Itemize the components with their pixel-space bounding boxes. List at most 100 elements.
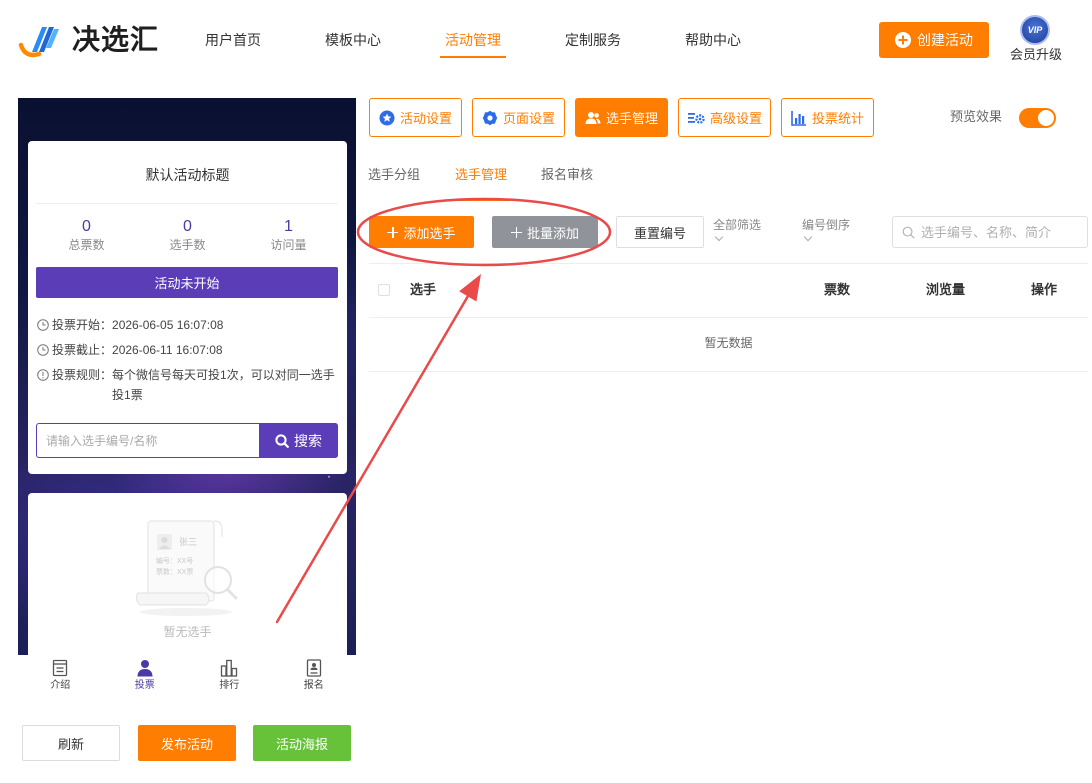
stat-label: 总票数 xyxy=(68,238,105,252)
no-contestants-text: 暂无选手 xyxy=(163,625,212,639)
card-divider xyxy=(36,203,338,204)
stat-value: 0 xyxy=(82,218,91,235)
search-icon xyxy=(902,226,915,238)
vote-end-row: 投票截止： 2026-06-11 16:07:08 xyxy=(37,340,342,360)
stat-value: 0 xyxy=(183,218,192,235)
stat-value: 1 xyxy=(284,218,293,235)
filter-dropdown-label: 全部筛选 xyxy=(713,218,762,232)
tab-ranking[interactable]: 排行 xyxy=(187,655,272,703)
column-header-votes: 票数 xyxy=(824,282,851,297)
star-icon xyxy=(379,110,395,125)
create-activity-button[interactable]: 创建活动 xyxy=(879,22,989,58)
column-header-contestant: 选手 xyxy=(410,282,437,297)
activity-status-button[interactable]: 活动未开始 xyxy=(36,267,338,298)
member-upgrade[interactable]: VIP 会员升级 xyxy=(1008,14,1064,64)
tab-intro[interactable]: 介绍 xyxy=(18,655,103,703)
users-icon xyxy=(585,111,601,124)
sample-contestant-votes: 票数：XX票 xyxy=(156,569,194,576)
contestant-search-input[interactable] xyxy=(921,224,1081,240)
table-empty-text: 暂无数据 xyxy=(704,336,753,350)
sort-dropdown[interactable]: 编号倒序 xyxy=(802,217,851,242)
stat-label: 选手数 xyxy=(169,238,206,252)
bar-chart-icon xyxy=(221,659,238,677)
search-icon xyxy=(275,433,289,448)
vote-rule-row: 投票规则： 每个微信号每天可投1次，可以对同一选手投1票 xyxy=(37,365,342,405)
signup-form-icon xyxy=(306,659,321,677)
batch-add-label: 批量添加 xyxy=(526,225,579,241)
subtab-contestant-management[interactable]: 选手管理 xyxy=(455,167,507,183)
activity-title: 默认活动标题 xyxy=(145,167,230,183)
reset-numbers-button[interactable]: 重置编号 xyxy=(616,216,704,248)
chevron-down-icon xyxy=(714,232,724,242)
nav-item-custom-service[interactable]: 定制服务 xyxy=(565,31,621,49)
main-nav: 用户首页 模板中心 活动管理 定制服务 帮助中心 xyxy=(205,31,741,58)
sample-contestant-name: 张三 xyxy=(179,537,198,547)
tab-contestant-management[interactable]: 选手管理 xyxy=(575,98,668,137)
activity-poster-button[interactable]: 活动海报 xyxy=(253,725,351,761)
info-icon xyxy=(37,369,49,381)
vip-badge-text: VIP xyxy=(1027,25,1043,35)
select-all-checkbox[interactable] xyxy=(378,284,390,296)
logo[interactable]: 决选汇 xyxy=(18,20,163,60)
member-upgrade-label: 会员升级 xyxy=(1009,47,1062,62)
tab-activity-settings[interactable]: 活动设置 xyxy=(369,98,462,137)
vote-start-row: 投票开始： 2026-06-05 16:07:08 xyxy=(37,315,342,335)
batch-add-button[interactable]: 批量添加 xyxy=(492,216,598,248)
preview-toggle-label: 预览效果 xyxy=(950,109,1003,124)
preview-search-label: 搜索 xyxy=(294,432,322,449)
tab-vote[interactable]: 投票 xyxy=(103,655,188,703)
add-contestant-button[interactable]: 添加选手 xyxy=(369,216,474,248)
preview-search-bar: 搜索 xyxy=(36,423,338,458)
preview-tabbar: 介绍 投票 排行 报名 xyxy=(18,655,356,703)
advanced-settings-icon xyxy=(687,112,705,124)
stat-label: 访问量 xyxy=(270,238,307,252)
stat-visits: 1 访问量 xyxy=(238,217,339,253)
clock-icon xyxy=(37,319,49,331)
refresh-button[interactable]: 刷新 xyxy=(22,725,120,761)
vip-badge-icon: VIP xyxy=(1020,15,1050,45)
subtab-contestant-groups[interactable]: 选手分组 xyxy=(368,167,420,183)
tab-vote-statistics[interactable]: 投票统计 xyxy=(781,98,874,137)
preview-toggle-switch[interactable] xyxy=(1019,108,1056,128)
sample-contestant-number: 编号：XX号 xyxy=(156,558,194,565)
stat-contestants: 0 选手数 xyxy=(137,217,238,253)
clock-icon xyxy=(37,344,49,356)
table-top-border xyxy=(369,263,1088,264)
nav-item-help[interactable]: 帮助中心 xyxy=(685,31,741,49)
nav-item-home[interactable]: 用户首页 xyxy=(205,31,261,49)
preview-search-input[interactable] xyxy=(46,424,256,457)
phone-preview: 默认活动标题 0 总票数 0 选手数 1 访问量 活动未开始 投票开始： 202… xyxy=(18,98,356,655)
table-bottom-border xyxy=(369,371,1088,372)
vote-info-list: 投票开始： 2026-06-05 16:07:08 投票截止： 2026-06-… xyxy=(37,315,342,410)
contestant-search-box xyxy=(892,216,1088,248)
table-header-border xyxy=(369,317,1088,318)
publish-activity-button[interactable]: 发布活动 xyxy=(138,725,236,761)
tab-ranking-label: 排行 xyxy=(219,680,240,691)
plus-icon xyxy=(387,226,399,238)
add-contestant-label: 添加选手 xyxy=(403,225,456,241)
create-activity-label: 创建活动 xyxy=(917,32,973,48)
vote-start-label: 投票开始： xyxy=(52,318,113,332)
document-icon xyxy=(53,659,68,677)
bar-chart-icon xyxy=(791,110,806,126)
column-header-views: 浏览量 xyxy=(926,282,966,297)
vote-end-value: 2026-06-11 16:07:08 xyxy=(112,343,223,357)
tab-advanced-settings[interactable]: 高级设置 xyxy=(678,98,771,137)
nav-item-templates[interactable]: 模板中心 xyxy=(325,31,381,49)
tab-signup[interactable]: 报名 xyxy=(272,655,357,703)
nav-item-activity-management[interactable]: 活动管理 xyxy=(440,31,506,58)
contestant-list-card: 张三 编号：XX号 票数：XX票 暂无选手 xyxy=(28,493,347,655)
column-header-actions: 操作 xyxy=(1031,282,1058,297)
logo-icon xyxy=(18,27,59,58)
subtab-signup-review[interactable]: 报名审核 xyxy=(541,167,593,183)
preview-search-button[interactable]: 搜索 xyxy=(259,423,338,458)
user-icon xyxy=(137,660,153,677)
tab-advanced-settings-label: 高级设置 xyxy=(709,111,762,126)
sort-dropdown-label: 编号倒序 xyxy=(802,218,851,232)
filter-dropdown[interactable]: 全部筛选 xyxy=(713,217,762,242)
subtab-active-indicator xyxy=(452,199,510,201)
logo-text: 决选汇 xyxy=(72,24,160,55)
tab-page-settings[interactable]: 页面设置 xyxy=(472,98,565,137)
stat-total-votes: 0 总票数 xyxy=(36,217,137,253)
activity-info-card: 默认活动标题 0 总票数 0 选手数 1 访问量 活动未开始 投票开始： 202… xyxy=(28,141,347,474)
